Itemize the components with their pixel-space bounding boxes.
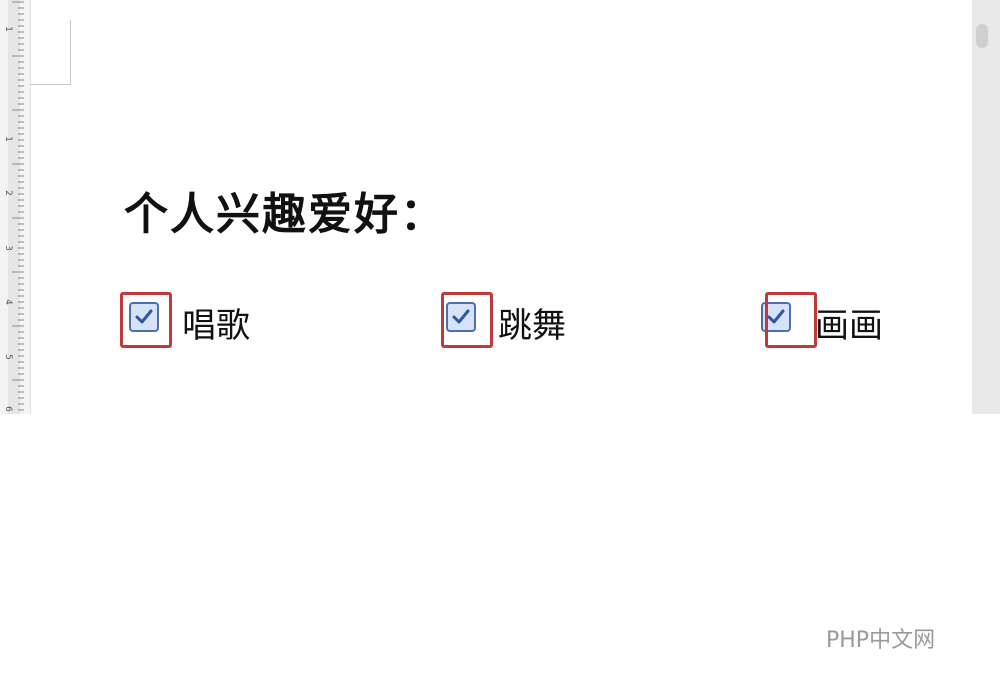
checkbox-checked-icon[interactable]	[446, 302, 476, 332]
scrollbar-thumb[interactable]	[976, 24, 988, 48]
watermark-text: PHP中文网	[826, 628, 936, 653]
option-draw[interactable]: 画画	[759, 292, 899, 348]
checkbox-checked-icon[interactable]	[129, 302, 159, 332]
ruler-number: 6	[3, 406, 13, 412]
ruler-number: 1	[3, 136, 13, 142]
ruler-number: 2	[3, 190, 13, 196]
ruler-number: 5	[3, 354, 13, 360]
option-dance[interactable]: 跳舞	[441, 292, 581, 348]
page-heading: 个人兴趣爱好：	[124, 189, 446, 240]
page-margin-corner	[70, 20, 71, 84]
checkmark-icon	[452, 309, 470, 324]
page-margin-corner	[30, 84, 71, 85]
checkmark-icon	[135, 309, 153, 324]
ruler-number: 3	[3, 245, 13, 251]
option-sing[interactable]: 唱歌	[120, 292, 260, 348]
option-label: 唱歌	[182, 306, 250, 346]
ruler-number: 4	[3, 299, 13, 305]
highlight-box	[765, 292, 817, 348]
vertical-scrollbar[interactable]	[972, 0, 1000, 414]
option-label: 跳舞	[498, 306, 566, 346]
option-label: 画画	[815, 306, 883, 346]
vertical-ruler: 1 1 2 3 4 5 6	[0, 0, 31, 414]
ruler-number: 1	[3, 26, 13, 32]
document-canvas: 1 1 2 3 4 5 6 个人兴趣爱好： 唱歌 跳舞 画画	[0, 0, 1000, 414]
